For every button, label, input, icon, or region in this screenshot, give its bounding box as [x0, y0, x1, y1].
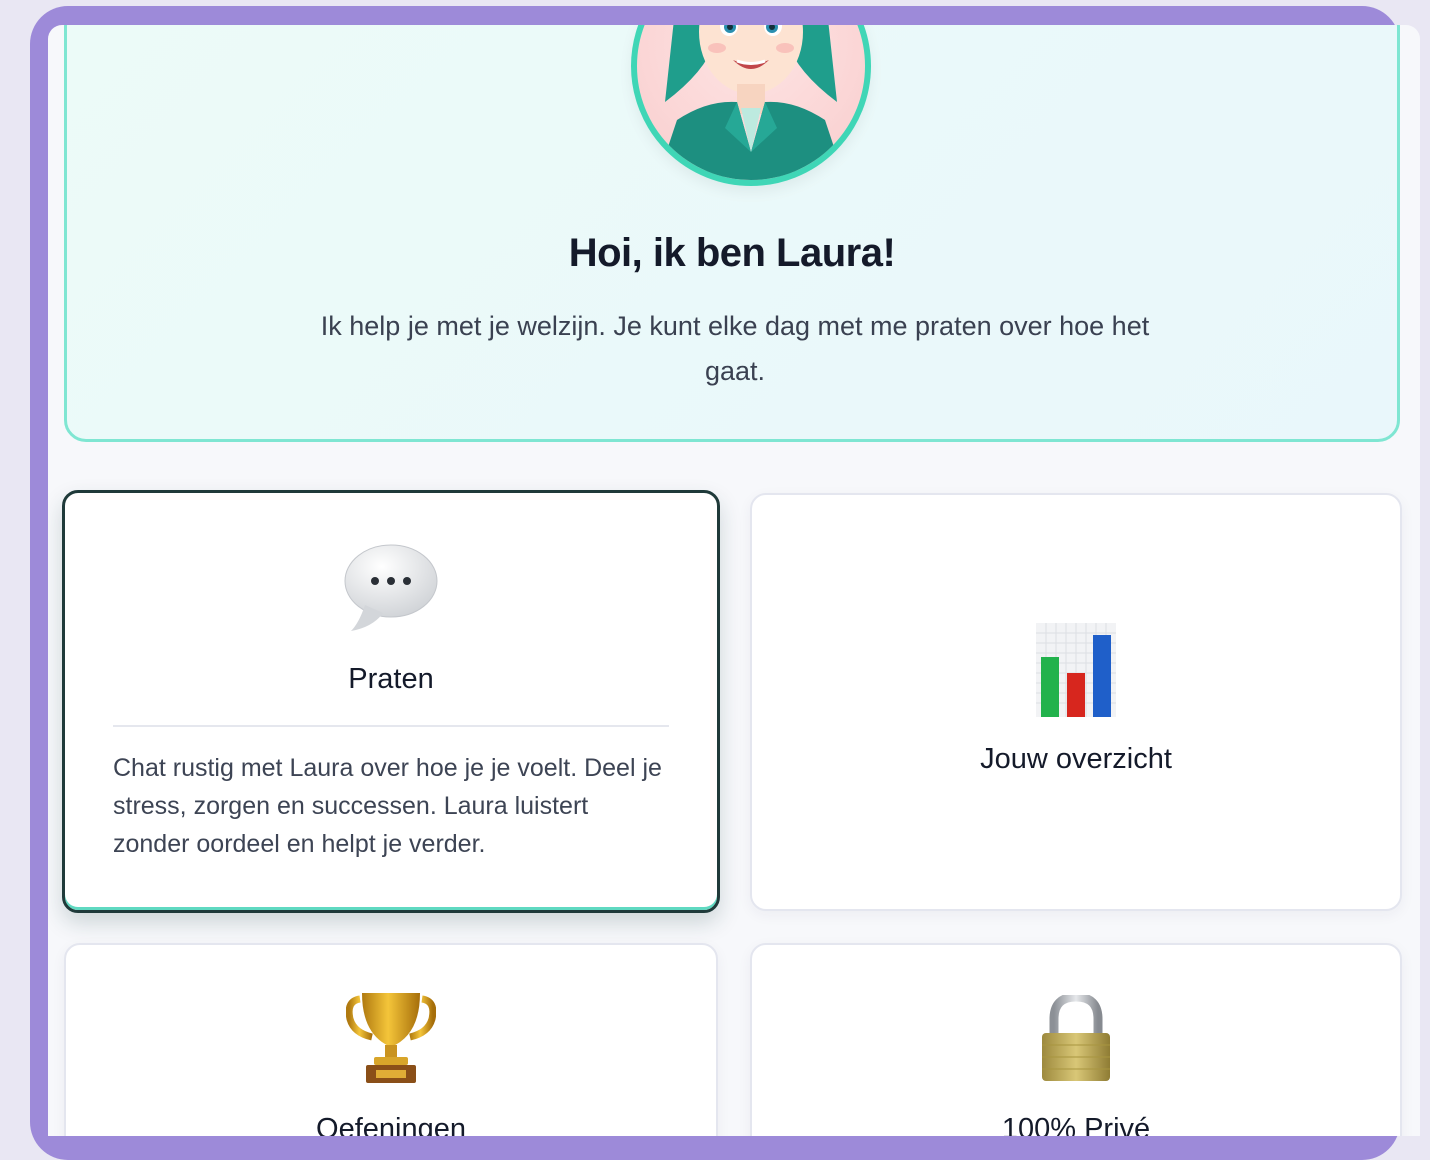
trophy-icon — [66, 991, 716, 1085]
card-label: Oefeningen — [316, 1113, 466, 1136]
speech-bubble-icon — [65, 541, 717, 633]
feature-card-praten[interactable]: Praten Chat rustig met Laura over hoe je… — [62, 490, 720, 913]
card-label: Jouw overzicht — [980, 743, 1172, 775]
feature-card-oefeningen[interactable]: Oefeningen — [64, 943, 718, 1136]
bar-chart-icon — [752, 623, 1400, 717]
card-label: Praten — [348, 663, 434, 695]
card-divider — [113, 725, 669, 727]
welcome-card: Hoi, ik ben Laura! Ik help je met je wel… — [64, 25, 1400, 442]
card-description: Chat rustig met Laura over hoe je je voe… — [113, 754, 662, 858]
welcome-title: Hoi, ik ben Laura! — [568, 231, 896, 275]
welcome-subtitle: Ik help je met je welzijn. Je kunt elke … — [320, 311, 1150, 386]
laura-avatar — [631, 25, 871, 186]
feature-card-overzicht[interactable]: Jouw overzicht — [750, 493, 1402, 911]
padlock-icon — [752, 995, 1400, 1083]
card-label: 100% Privé — [1001, 1113, 1151, 1136]
feature-card-prive[interactable]: 100% Privé — [750, 943, 1402, 1136]
app-screen: Hoi, ik ben Laura! Ik help je met je wel… — [48, 25, 1420, 1136]
